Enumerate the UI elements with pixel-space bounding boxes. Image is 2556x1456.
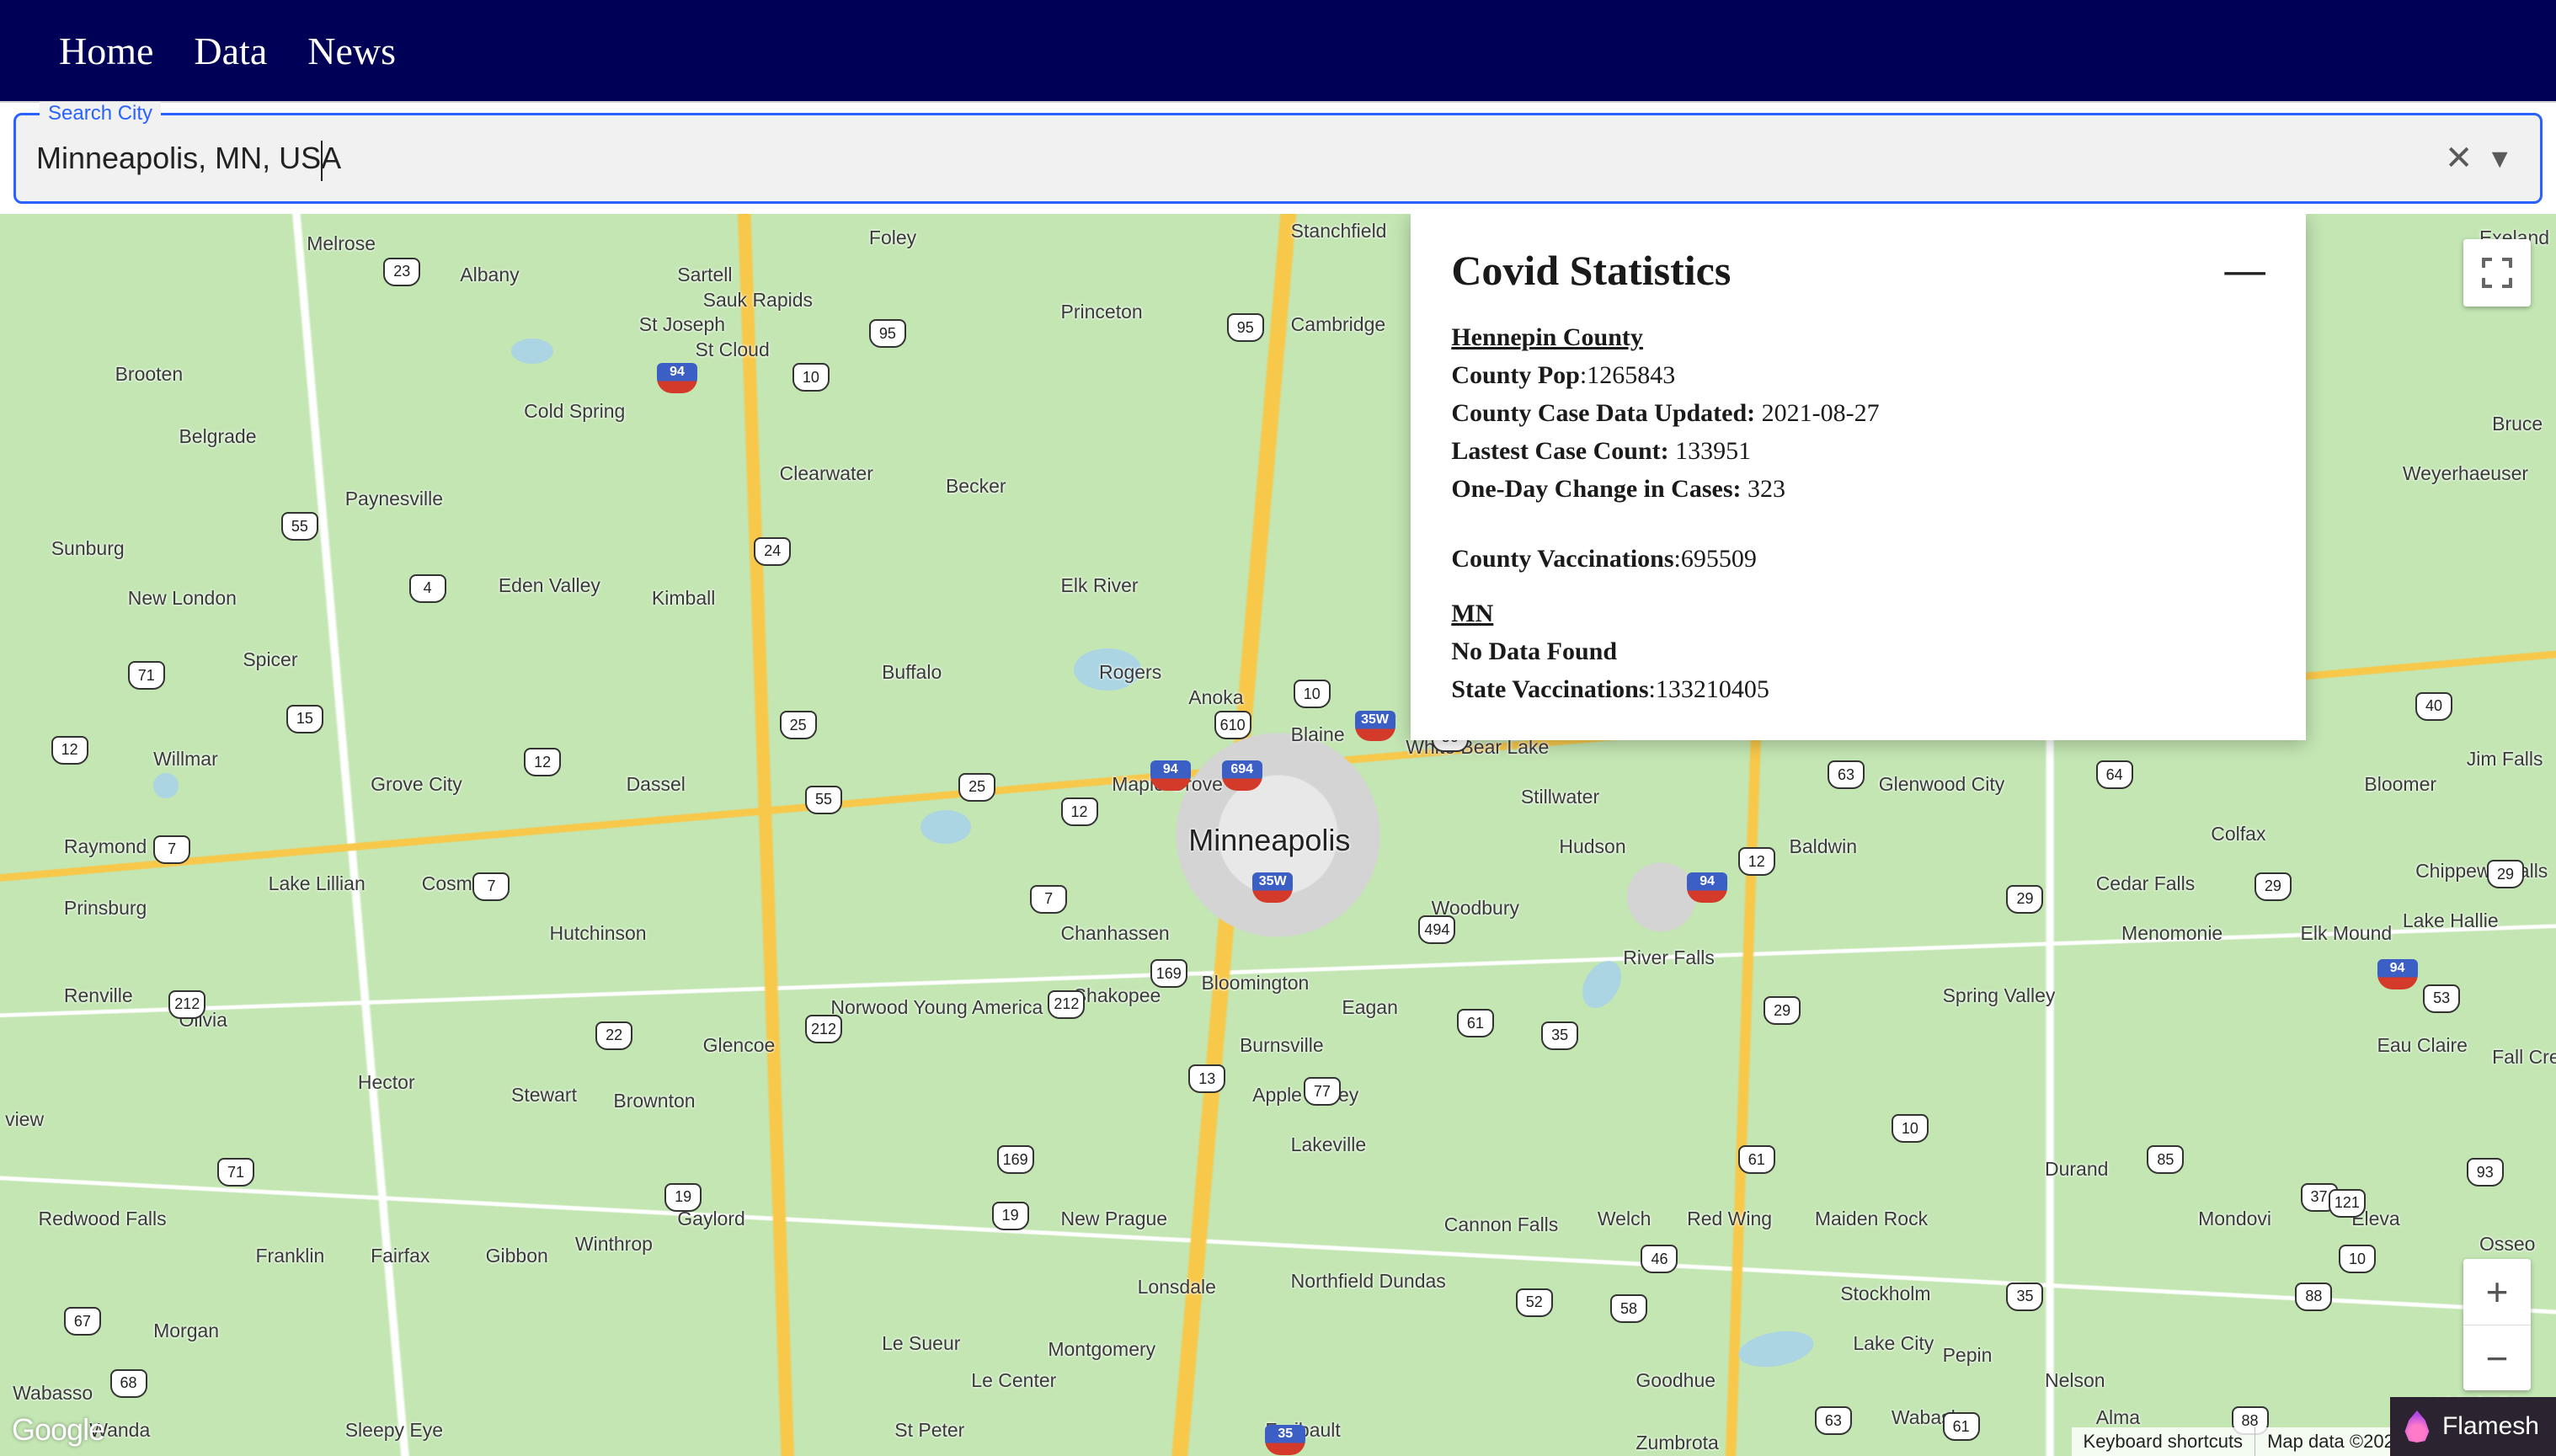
county-vacc-label: County Vaccinations	[1451, 545, 1673, 573]
state-vacc-label: State Vaccinations	[1451, 675, 1648, 703]
county-change-label: One-Day Change in Cases:	[1451, 475, 1741, 503]
nav-news[interactable]: News	[307, 29, 396, 73]
search-city-field[interactable]: Search City ✕ ▼	[13, 113, 2543, 204]
water	[153, 773, 179, 798]
flameshot-widget[interactable]: Flamesh	[2390, 1397, 2556, 1456]
water	[1074, 648, 1141, 691]
keyboard-shortcuts-link[interactable]: Keyboard shortcuts	[2072, 1427, 2255, 1456]
state-name: MN	[1451, 600, 1493, 627]
county-change-value: 323	[1748, 475, 1785, 503]
flame-icon	[2404, 1411, 2431, 1443]
zoom-controls: + −	[2463, 1259, 2531, 1390]
county-name: Hennepin County	[1451, 323, 1643, 351]
nav-data[interactable]: Data	[194, 29, 267, 73]
water	[920, 810, 971, 844]
water	[511, 339, 553, 364]
google-logo: Google	[12, 1412, 104, 1448]
state-nodata: No Data Found	[1451, 637, 1617, 665]
county-count-label: Lastest Case Count:	[1451, 437, 1668, 465]
clear-icon[interactable]: ✕	[2438, 139, 2480, 178]
fullscreen-icon	[2482, 258, 2512, 288]
flameshot-label: Flamesh	[2442, 1412, 2539, 1441]
zoom-out-button[interactable]: −	[2463, 1325, 2531, 1390]
county-updated-value: 2021-08-27	[1762, 399, 1880, 427]
nav-divider	[0, 101, 2556, 103]
nav-home[interactable]: Home	[59, 29, 153, 73]
search-input[interactable]	[36, 141, 2438, 176]
county-vacc-value: 695509	[1681, 545, 1757, 573]
search-label: Search City	[40, 102, 161, 125]
county-pop-label: County Pop	[1451, 361, 1580, 389]
card-title: Covid Statistics	[1451, 246, 1731, 295]
navbar: Home Data News	[0, 0, 2556, 101]
county-count-value: 133951	[1675, 437, 1751, 465]
dropdown-icon[interactable]: ▼	[2479, 143, 2520, 174]
map[interactable]: Minneapolis Melrose Foley Stanchfield Ex…	[0, 214, 2556, 1456]
state-vacc-value: 133210405	[1656, 675, 1769, 703]
fullscreen-button[interactable]	[2463, 239, 2531, 307]
text-cursor	[321, 141, 323, 181]
county-pop-value: 1265843	[1587, 361, 1675, 389]
minimize-icon[interactable]: —	[2225, 260, 2265, 280]
county-updated-label: County Case Data Updated:	[1451, 399, 1755, 427]
covid-stats-card: Covid Statistics — Hennepin County Count…	[1411, 214, 2305, 740]
zoom-in-button[interactable]: +	[2463, 1259, 2531, 1325]
